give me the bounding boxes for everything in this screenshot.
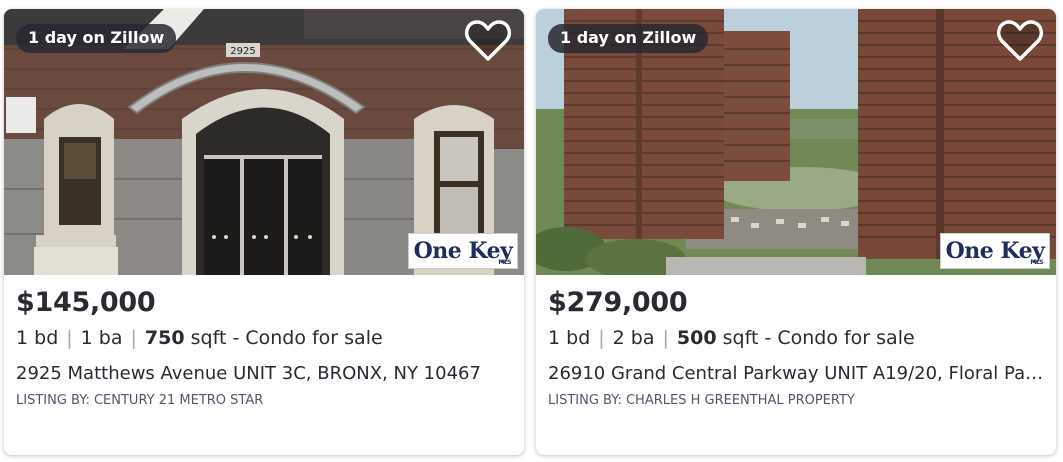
beds-count: 1 bd — [16, 327, 59, 349]
days-on-zillow-badge: 1 day on Zillow — [16, 24, 177, 53]
facts-separator: | — [662, 327, 669, 349]
listing-status: - Condo for sale — [764, 327, 915, 349]
building-number-text: 2925 — [230, 46, 255, 57]
days-on-zillow-badge: 1 day on Zillow — [548, 24, 709, 53]
listing-info: $279,000 1 bd | 2 ba | 500 sqft - Condo for … — [536, 275, 1056, 410]
sqft-unit: sqft — [722, 327, 759, 349]
heart-outline-icon[interactable] — [464, 19, 512, 63]
listing-price: $279,000 — [548, 287, 688, 318]
baths-count: 1 ba — [80, 327, 123, 349]
listing-agent: LISTING BY: CENTURY 21 METRO STAR — [16, 393, 264, 408]
facts-separator: | — [130, 327, 137, 349]
onekey-mls-logo: One Key MLS — [408, 233, 518, 269]
listing-info: $145,000 1 bd | 1 ba | 750 sqft - Condo for … — [4, 275, 524, 410]
listing-card[interactable]: 2925 1 day on Zillow One Key MLS $145,00… — [4, 9, 524, 455]
mls-label: MLS — [498, 259, 511, 266]
sqft-unit: sqft — [190, 327, 227, 349]
listing-photo[interactable]: 2925 1 day on Zillow One Key MLS — [4, 9, 524, 275]
listing-price: $145,000 — [16, 287, 156, 318]
mls-label: MLS — [1030, 259, 1043, 266]
facts-separator: | — [66, 327, 73, 349]
listing-agent: LISTING BY: CHARLES H GREENTHAL PROPERTY — [548, 393, 855, 408]
listing-grid: 2925 1 day on Zillow One Key MLS $145,00… — [0, 0, 1063, 462]
listing-facts: 1 bd | 1 ba | 750 sqft - Condo for sale — [16, 326, 512, 350]
beds-count: 1 bd — [548, 327, 591, 349]
listing-photo[interactable]: 1 day on Zillow One Key MLS — [536, 9, 1056, 275]
facts-separator: | — [598, 327, 605, 349]
listing-status: - Condo for sale — [232, 327, 383, 349]
listing-address[interactable]: 2925 Matthews Avenue UNIT 3C, BRONX, NY … — [16, 362, 512, 386]
onekey-mls-logo: One Key MLS — [940, 233, 1050, 269]
baths-count: 2 ba — [612, 327, 655, 349]
sqft-value: 750 — [144, 327, 185, 349]
listing-card[interactable]: 1 day on Zillow One Key MLS $279,000 1 b… — [536, 9, 1056, 455]
listing-facts: 1 bd | 2 ba | 500 sqft - Condo for sale — [548, 326, 1044, 350]
listing-address[interactable]: 26910 Grand Central Parkway UNIT A19/20,… — [548, 362, 1044, 386]
sqft-value: 500 — [676, 327, 717, 349]
heart-outline-icon[interactable] — [996, 19, 1044, 63]
